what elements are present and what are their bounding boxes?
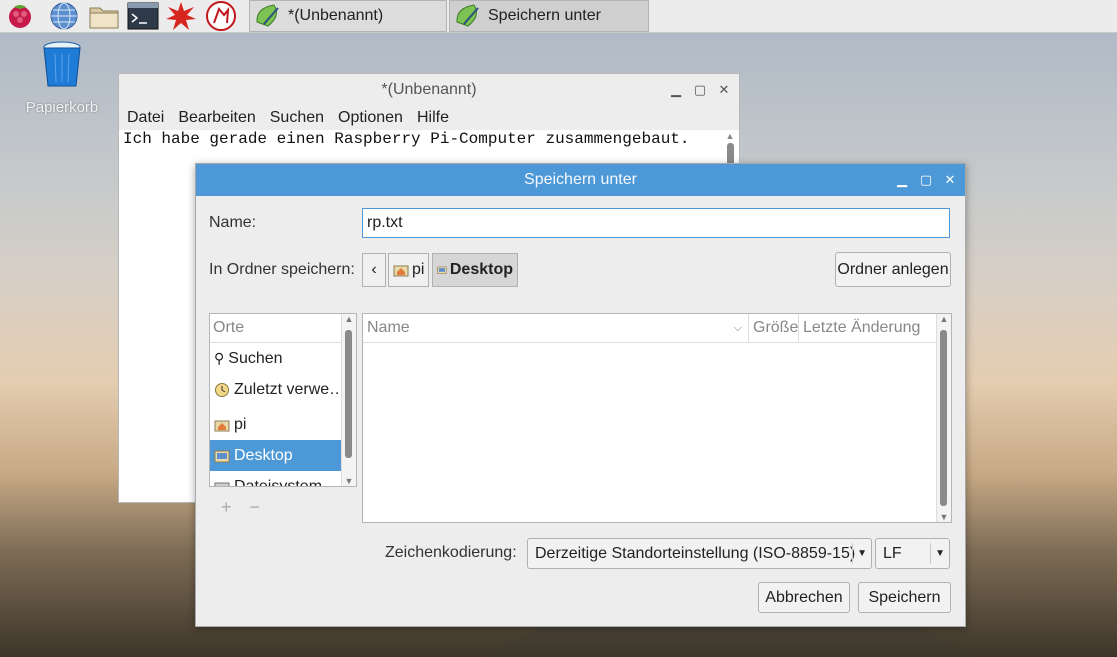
terminal-icon[interactable] xyxy=(127,1,159,31)
breadcrumb-back-button[interactable]: ‹ xyxy=(362,253,386,287)
places-edit-controls: + − xyxy=(221,497,260,518)
column-modified[interactable]: Letzte Änderung xyxy=(799,314,937,342)
task-unbenannt[interactable]: *(Unbenannt) xyxy=(249,0,447,32)
editor-text-area[interactable]: Ich habe gerade einen Raspberry Pi-Compu… xyxy=(119,130,739,148)
mathematica-icon[interactable] xyxy=(165,1,197,31)
wolfram-icon[interactable] xyxy=(205,1,237,31)
task-label: Speichern unter xyxy=(488,7,601,24)
text-editor-icon xyxy=(256,4,279,27)
menu-datei[interactable]: Datei xyxy=(127,109,164,127)
save-as-dialog: Speichern unter ▁ ▢ ✕ Name: In Ordner sp… xyxy=(195,163,966,627)
save-button[interactable]: Speichern xyxy=(858,582,951,613)
place-pi[interactable]: pi xyxy=(210,409,356,440)
scroll-up-icon[interactable]: ▲ xyxy=(724,131,736,141)
line-ending-value: LF xyxy=(883,544,902,562)
close-icon[interactable]: ✕ xyxy=(717,82,731,98)
caret-down-icon: ▼ xyxy=(857,548,867,559)
line-ending-select[interactable]: LF ▼ xyxy=(875,538,950,569)
breadcrumb-pi[interactable]: pi xyxy=(388,253,430,287)
place-label: Suchen xyxy=(228,349,283,367)
place-label: Zuletzt verwe… xyxy=(234,380,346,398)
file-list: Name ⌵ Größe Letzte Änderung ▲ ▼ xyxy=(362,313,952,523)
folder-label: In Ordner speichern: xyxy=(209,261,355,278)
trash-label: Papierkorb xyxy=(25,99,99,116)
cancel-button[interactable]: Abbrechen xyxy=(758,582,850,613)
drive-icon xyxy=(214,482,230,486)
scroll-thumb[interactable] xyxy=(940,330,947,506)
places-header: Orte xyxy=(210,314,356,343)
places-scrollbar[interactable]: ▲ ▼ xyxy=(341,314,356,486)
scroll-up-icon[interactable]: ▲ xyxy=(342,314,356,324)
text-editor-icon xyxy=(456,4,479,27)
file-list-scrollbar[interactable]: ▲ ▼ xyxy=(936,314,951,522)
close-icon[interactable]: ✕ xyxy=(943,172,957,188)
name-label: Name: xyxy=(209,214,257,231)
places-panel: Orte ⚲ Suchen Zuletzt verwe… pi Desktop xyxy=(209,313,357,487)
column-label: Name xyxy=(367,319,410,336)
place-dateisystem[interactable]: Dateisystem xyxy=(210,471,356,487)
add-place-icon[interactable]: + xyxy=(221,497,232,518)
maximize-icon[interactable]: ▢ xyxy=(693,82,707,98)
column-label: Letzte Änderung xyxy=(803,319,921,336)
place-recent[interactable]: Zuletzt verwe… xyxy=(210,374,356,405)
chevron-down-icon: ⌵ xyxy=(733,321,742,334)
menu-hilfe[interactable]: Hilfe xyxy=(417,109,449,127)
create-folder-button[interactable]: Ordner anlegen xyxy=(835,252,951,287)
encoding-value: Derzeitige Standorteinstellung (ISO-8859… xyxy=(535,544,856,562)
place-label: Desktop xyxy=(234,446,293,464)
maximize-icon[interactable]: ▢ xyxy=(919,172,933,188)
scroll-up-icon[interactable]: ▲ xyxy=(937,314,951,324)
menu-suchen[interactable]: Suchen xyxy=(270,109,324,127)
desktop-icon xyxy=(214,450,230,462)
task-speichern-unter[interactable]: Speichern unter xyxy=(449,0,649,32)
place-label: pi xyxy=(234,415,247,433)
editor-title: *(Unbenannt) xyxy=(381,81,477,98)
search-icon: ⚲ xyxy=(214,350,225,366)
column-label: Größe xyxy=(753,319,799,336)
raspberry-menu-icon[interactable] xyxy=(4,1,36,31)
column-name[interactable]: Name ⌵ xyxy=(363,314,749,342)
breadcrumb-label: Desktop xyxy=(449,261,513,278)
editor-titlebar[interactable]: *(Unbenannt) ▁ ▢ ✕ xyxy=(119,74,739,106)
place-suchen[interactable]: ⚲ Suchen xyxy=(210,343,356,374)
minimize-icon[interactable]: ▁ xyxy=(669,82,683,98)
remove-place-icon[interactable]: − xyxy=(250,497,261,518)
column-size[interactable]: Größe xyxy=(749,314,799,342)
encoding-label: Zeichenkodierung: xyxy=(385,544,517,561)
file-manager-icon[interactable] xyxy=(88,1,120,31)
filename-input[interactable] xyxy=(362,208,950,238)
minimize-icon[interactable]: ▁ xyxy=(895,172,909,188)
taskbar: *(Unbenannt) Speichern unter xyxy=(0,0,1117,33)
encoding-select[interactable]: Derzeitige Standorteinstellung (ISO-8859… xyxy=(527,538,872,569)
editor-menubar: Datei Bearbeiten Suchen Optionen Hilfe xyxy=(119,106,739,130)
place-desktop[interactable]: Desktop xyxy=(210,440,356,471)
breadcrumb-desktop[interactable]: Desktop xyxy=(432,253,518,287)
dialog-title: Speichern unter xyxy=(524,171,637,188)
menu-optionen[interactable]: Optionen xyxy=(338,109,403,127)
desktop-trash[interactable]: Papierkorb xyxy=(22,40,102,116)
caret-down-icon: ▼ xyxy=(935,548,945,559)
place-label: Dateisystem xyxy=(234,477,323,487)
menu-bearbeiten[interactable]: Bearbeiten xyxy=(178,109,255,127)
chevron-left-icon: ‹ xyxy=(371,261,377,278)
scroll-down-icon[interactable]: ▼ xyxy=(937,512,951,522)
scroll-down-icon[interactable]: ▼ xyxy=(342,476,356,486)
home-folder-icon xyxy=(214,420,230,431)
breadcrumb-label: pi xyxy=(412,261,425,278)
task-label: *(Unbenannt) xyxy=(288,7,384,24)
web-browser-icon[interactable] xyxy=(48,1,80,31)
file-list-header: Name ⌵ Größe Letzte Änderung xyxy=(363,314,951,343)
trash-icon xyxy=(43,41,81,87)
home-folder-icon xyxy=(393,265,409,277)
scroll-thumb[interactable] xyxy=(345,330,352,458)
dialog-titlebar[interactable]: Speichern unter ▁ ▢ ✕ xyxy=(196,164,965,196)
desktop-icon xyxy=(437,266,447,275)
recent-icon xyxy=(215,382,229,397)
editor-text: Ich habe gerade einen Raspberry Pi-Compu… xyxy=(123,130,690,148)
